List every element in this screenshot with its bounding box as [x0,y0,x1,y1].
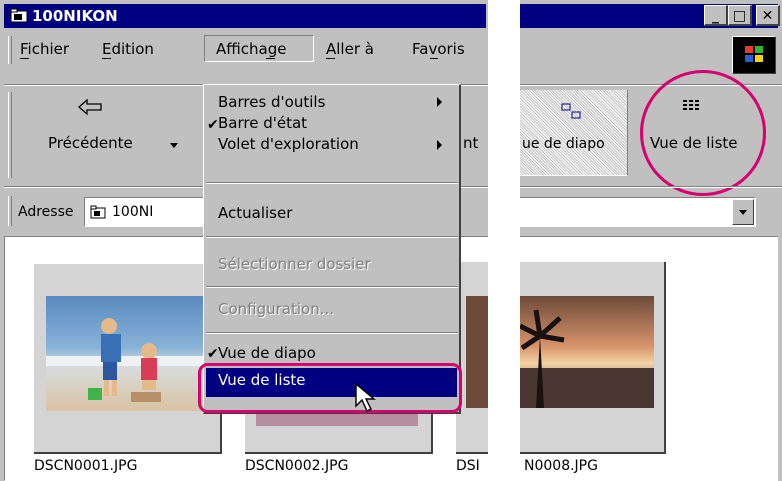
menu-separator [206,182,458,184]
menu-item-label: Barres d'outils [218,93,326,111]
menu-separator [206,236,458,238]
menu-edition-label: Edition [102,40,154,58]
photo-3 [466,296,488,408]
chevron-down-icon [739,210,747,215]
toolbar-partial-label: nt [463,134,479,152]
check-icon: ✔ [207,117,219,133]
menu-item-label: Barre d'état [218,114,308,132]
menu-affichage-label: Affichage [216,40,287,58]
menu-item-label: Sélectionner dossier [218,255,371,273]
menu-item-label: Vue de diapo [218,344,316,362]
menubar-grip [8,36,12,64]
underline-a [326,58,335,59]
annotation-circle [640,70,766,196]
back-arrow-icon [77,98,103,120]
menu-edition[interactable]: Edition [102,40,154,58]
menu-aller-a-label: Aller à [326,40,374,58]
menu-item-configuration: Configuration... [218,300,334,318]
menu-separator [206,286,458,288]
underline-e [102,58,111,59]
annotation-highlight-box [198,363,462,413]
close-button[interactable]: ✕ [756,5,780,26]
check-icon: ✔ [207,346,219,362]
addressbar-grip [8,196,12,226]
menu-item-slideshow-view[interactable]: Vue de diapo [218,344,316,362]
gap [488,0,520,481]
file-name[interactable]: DSCN0001.JPG [34,458,137,474]
folder-icon [10,8,28,23]
menu-item-label: Configuration... [218,300,335,318]
menu-item-toolbars[interactable]: Barres d'outils [218,93,325,111]
menu-item-label: Volet d'exploration [218,135,359,153]
underline-y [430,58,438,59]
menu-aller-a[interactable]: Aller à [326,40,374,58]
file-name[interactable]: DSCN0002.JPG [245,458,348,474]
file-name[interactable]: N0008.JPG [524,458,598,474]
back-dropdown-arrow-icon[interactable] [170,143,178,148]
address-value: 100NI [112,204,154,220]
menu-fichier[interactable]: Fichier [20,40,69,58]
menu-item-label: Actualiser [218,204,293,222]
address-field-right [520,197,756,227]
maximize-button[interactable]: □ [728,5,752,26]
toolbar-grip [8,92,12,178]
photo-sunset-palm [520,296,654,408]
submenu-arrow-icon [437,97,442,107]
menu-affichage[interactable]: Affichage [204,35,314,62]
mouse-cursor-icon [354,382,382,420]
menu-item-refresh[interactable]: Actualiser [218,204,292,222]
menu-favoris-label: Favoris [412,40,465,58]
file-name[interactable]: DSI [456,458,480,474]
menu-favoris[interactable]: Favoris [412,40,465,58]
back-button[interactable]: Précédente [48,134,133,152]
submenu-arrow-icon [437,140,442,150]
underline-h [266,58,275,59]
separator [520,186,782,188]
slideshow-view-icon [561,102,585,124]
menu-item-status-bar[interactable]: Barre d'état [218,114,307,132]
windows-logo-icon [732,36,776,74]
menu-separator [206,332,458,334]
underline-f [20,58,29,59]
window-title: 100NIKON [32,7,118,25]
folder-icon [90,205,106,223]
menu-fichier-label: Fichier [20,40,70,58]
address-label: Adresse [18,204,74,220]
minimize-button[interactable]: _ [704,5,728,26]
menu-item-explorer-bar[interactable]: Volet d'exploration [218,135,359,153]
photo-beach-children [46,296,206,411]
menu-item-select-folder: Sélectionner dossier [218,255,371,273]
slideshow-view-label: ue de diapo [522,136,605,152]
